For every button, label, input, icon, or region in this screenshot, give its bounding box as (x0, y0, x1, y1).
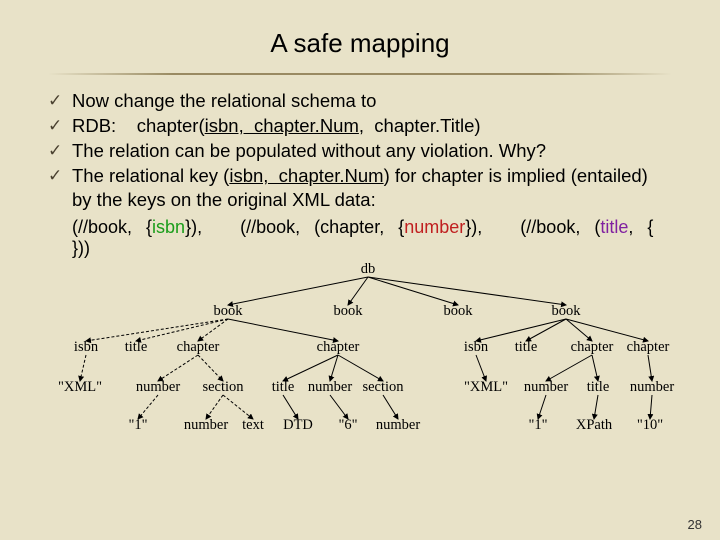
node-xpath: XPath (576, 417, 612, 434)
node-number-r1: number (524, 379, 568, 396)
bullet-3: The relation can be populated without an… (48, 139, 672, 162)
node-val-1-l: "1" (128, 417, 147, 434)
node-xml-r: "XML" (464, 379, 508, 396)
node-book-3: book (444, 303, 473, 320)
kexp-3-title: title (600, 217, 628, 237)
node-dtd: DTD (283, 417, 313, 434)
key-expressions: (//book,{isbn}), (//book,(chapter,{numbe… (72, 217, 672, 259)
kexp-1-book: (//book, (72, 217, 132, 237)
node-number-l1: number (136, 379, 180, 396)
node-number-ll: number (184, 417, 228, 434)
node-chapter-l2: chapter (317, 339, 360, 356)
node-xml-l: "XML" (58, 379, 102, 396)
node-book-1: book (214, 303, 243, 320)
kexp-2-close: }), (465, 217, 482, 237)
node-val-10: "10" (637, 417, 663, 434)
node-section-l: section (202, 379, 243, 396)
node-number-mr: number (376, 417, 420, 434)
bullet-4-pre: The relational key ( (72, 165, 229, 186)
kexp-2-book: (//book, (240, 217, 300, 237)
bullet-2-key: isbn, chapter.Num (205, 115, 359, 136)
node-text: text (242, 417, 264, 434)
node-title-l: title (125, 339, 148, 356)
node-val-1-r: "1" (528, 417, 547, 434)
bullet-4-key: isbn, chapter.Num (229, 165, 383, 186)
node-title-m: title (272, 379, 295, 396)
kexp-3-comma: , (628, 217, 633, 237)
xml-tree-diagram: db book book book book isbn title chapte… (58, 261, 678, 455)
page-number: 28 (688, 517, 702, 532)
kexp-2-chapter: (chapter, (314, 217, 384, 237)
node-chapter-r2: chapter (627, 339, 670, 356)
node-number-r2: number (630, 379, 674, 396)
node-title-r2: title (587, 379, 610, 396)
divider-line (48, 73, 672, 75)
kexp-1-close: }), (185, 217, 202, 237)
bullet-2-post: , chapter.Title) (359, 115, 481, 136)
node-isbn-l: isbn (74, 339, 98, 356)
kexp-1-isbn: isbn (152, 217, 185, 237)
kexp-2-number: number (404, 217, 465, 237)
kexp-3-book: (//book, (520, 217, 580, 237)
node-book-4: book (552, 303, 581, 320)
node-title-r: title (515, 339, 538, 356)
node-chapter-r1: chapter (571, 339, 614, 356)
node-section-m: section (362, 379, 403, 396)
bullet-4: The relational key (isbn, chapter.Num) f… (48, 164, 672, 210)
slide-title: A safe mapping (48, 28, 672, 59)
node-chapter-l1: chapter (177, 339, 220, 356)
bullet-2-pre: RDB: chapter( (72, 115, 205, 136)
node-val-6: "6" (338, 417, 357, 434)
node-number-m: number (308, 379, 352, 396)
bullet-1: Now change the relational schema to (48, 89, 672, 112)
bullet-list: Now change the relational schema to RDB:… (48, 89, 672, 211)
node-book-2: book (334, 303, 363, 320)
node-db: db (361, 261, 376, 278)
node-isbn-r: isbn (464, 339, 488, 356)
bullet-2: RDB: chapter(isbn, chapter.Num, chapter.… (48, 114, 672, 137)
